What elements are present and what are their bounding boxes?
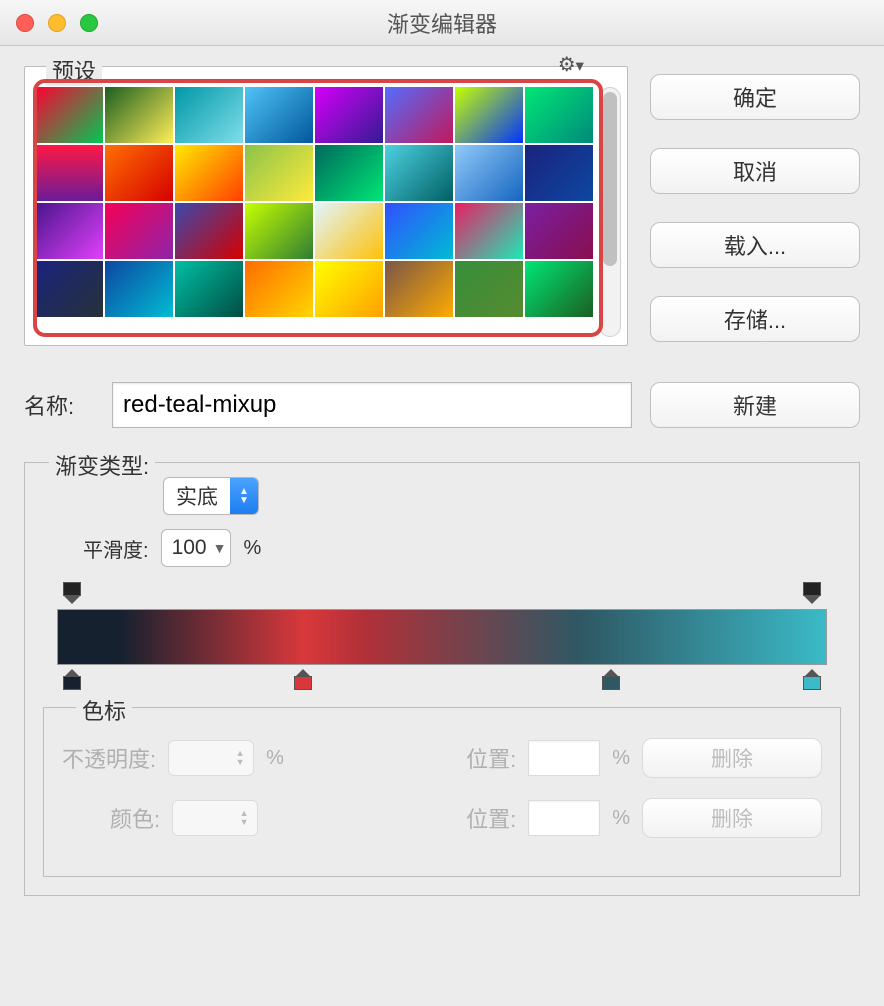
preset-swatch[interactable] [385, 203, 453, 259]
preset-swatch[interactable] [35, 203, 103, 259]
preset-swatch[interactable] [175, 87, 243, 143]
smoothness-unit: % [243, 537, 261, 560]
preset-swatch[interactable] [245, 145, 313, 201]
preset-swatch[interactable] [315, 145, 383, 201]
preset-swatch[interactable] [455, 261, 523, 317]
preset-swatch[interactable] [245, 261, 313, 317]
gradient-type-select[interactable]: 实底 ▲▼ [163, 477, 259, 515]
preset-swatch[interactable] [385, 87, 453, 143]
presets-gear-icon[interactable]: ⚙︎▾ [558, 52, 584, 77]
cancel-button[interactable]: 取消 [650, 148, 860, 194]
stepper-icon: ▲▼ [227, 749, 253, 767]
name-label: 名称: [24, 389, 94, 421]
stops-group-label: 色标 [76, 694, 132, 726]
preset-swatch[interactable] [455, 203, 523, 259]
opacity-input[interactable]: ▲▼ [168, 740, 254, 776]
preset-swatch[interactable] [315, 87, 383, 143]
smoothness-select[interactable]: 100 ▼ [161, 529, 232, 567]
preset-swatch[interactable] [385, 261, 453, 317]
opacity-position-unit: % [612, 747, 630, 770]
gradient-type-label: 渐变类型: [49, 449, 155, 481]
preset-swatch[interactable] [245, 203, 313, 259]
opacity-position-input[interactable] [528, 740, 600, 776]
preset-swatch[interactable] [245, 87, 313, 143]
name-input[interactable] [112, 382, 632, 428]
preset-swatch[interactable] [455, 87, 523, 143]
load-button[interactable]: 载入... [650, 222, 860, 268]
preset-swatch[interactable] [175, 145, 243, 201]
color-stop[interactable] [61, 669, 83, 691]
preset-swatch[interactable] [105, 261, 173, 317]
delete-opacity-stop-button[interactable]: 删除 [642, 738, 822, 778]
preset-swatch[interactable] [35, 145, 103, 201]
preset-swatch[interactable] [105, 87, 173, 143]
gradient-type-value: 实底 [164, 481, 230, 511]
color-stop[interactable] [292, 669, 314, 691]
preset-swatch[interactable] [315, 203, 383, 259]
gradient-editor [43, 583, 841, 703]
opacity-unit: % [266, 747, 284, 770]
window-title: 渐变编辑器 [0, 7, 884, 39]
delete-color-stop-button[interactable]: 删除 [642, 798, 822, 838]
preset-swatch[interactable] [105, 203, 173, 259]
preset-swatch[interactable] [175, 203, 243, 259]
ok-button[interactable]: 确定 [650, 74, 860, 120]
color-input[interactable]: ▲▼ [172, 800, 258, 836]
preset-swatch[interactable] [175, 261, 243, 317]
preset-swatch[interactable] [525, 203, 593, 259]
preset-swatch[interactable] [455, 145, 523, 201]
opacity-position-label: 位置: [466, 742, 516, 774]
opacity-stop[interactable] [801, 583, 823, 605]
preset-swatch[interactable] [35, 261, 103, 317]
scrollbar-thumb[interactable] [603, 92, 617, 266]
save-button[interactable]: 存储... [650, 296, 860, 342]
presets-scrollbar[interactable] [599, 87, 621, 337]
preset-swatch[interactable] [525, 145, 593, 201]
preset-swatch[interactable] [35, 87, 103, 143]
preset-swatch[interactable] [315, 261, 383, 317]
presets-label: 预设 [46, 54, 102, 86]
preset-swatch[interactable] [385, 145, 453, 201]
preset-swatch[interactable] [525, 261, 593, 317]
color-position-label: 位置: [466, 802, 516, 834]
color-stop[interactable] [801, 669, 823, 691]
smoothness-value: 100 [172, 536, 207, 560]
preset-swatch[interactable] [105, 145, 173, 201]
window-titlebar: 渐变编辑器 [0, 0, 884, 46]
color-position-unit: % [612, 807, 630, 830]
chevron-down-icon: ▼ [213, 540, 227, 556]
opacity-stop[interactable] [61, 583, 83, 605]
color-label: 颜色: [110, 802, 160, 834]
color-stop[interactable] [600, 669, 622, 691]
stepper-icon: ▲▼ [231, 809, 257, 827]
select-arrows-icon: ▲▼ [230, 478, 258, 514]
opacity-label: 不透明度: [62, 742, 156, 774]
gradient-bar[interactable] [57, 609, 827, 665]
color-position-input[interactable] [528, 800, 600, 836]
presets-grid [25, 67, 597, 345]
new-button[interactable]: 新建 [650, 382, 860, 428]
smoothness-label: 平滑度: [83, 534, 149, 563]
presets-panel [24, 66, 628, 346]
preset-swatch[interactable] [525, 87, 593, 143]
